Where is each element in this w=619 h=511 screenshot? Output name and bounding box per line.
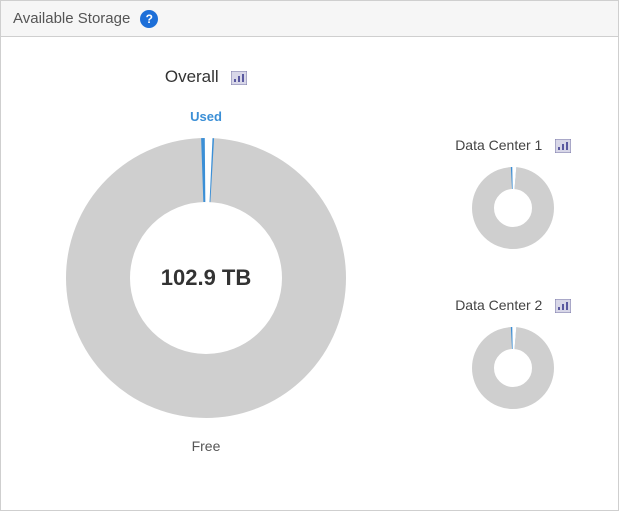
available-storage-panel: Available Storage ? Overall Used bbox=[0, 0, 619, 511]
dc1-donut[interactable] bbox=[468, 163, 558, 253]
legend-free: Free bbox=[41, 438, 371, 454]
dc2-donut-svg bbox=[468, 323, 558, 413]
overall-donut[interactable]: 102.9 TB bbox=[56, 128, 356, 428]
panel-body: Overall Used bbox=[1, 37, 618, 510]
dc2-title: Data Center 2 bbox=[455, 297, 542, 313]
datacenter-2-block: Data Center 2 bbox=[438, 297, 588, 413]
overall-heading-row: Overall bbox=[41, 67, 371, 87]
overall-donut-svg bbox=[56, 128, 356, 428]
overall-block: Overall Used bbox=[41, 67, 371, 454]
dc1-title: Data Center 1 bbox=[455, 137, 542, 153]
drilldown-icon[interactable] bbox=[231, 71, 247, 85]
dc1-heading-row: Data Center 1 bbox=[438, 137, 588, 155]
overall-title: Overall bbox=[165, 67, 219, 87]
dc2-donut[interactable] bbox=[468, 323, 558, 413]
drilldown-icon[interactable] bbox=[555, 299, 571, 313]
dc1-donut-svg bbox=[468, 163, 558, 253]
datacenter-1-block: Data Center 1 bbox=[438, 137, 588, 253]
help-icon[interactable]: ? bbox=[140, 10, 158, 28]
legend-used: Used bbox=[41, 109, 371, 124]
panel-title: Available Storage bbox=[13, 10, 130, 27]
dc2-heading-row: Data Center 2 bbox=[438, 297, 588, 315]
drilldown-icon[interactable] bbox=[555, 139, 571, 153]
panel-header: Available Storage ? bbox=[1, 1, 618, 37]
